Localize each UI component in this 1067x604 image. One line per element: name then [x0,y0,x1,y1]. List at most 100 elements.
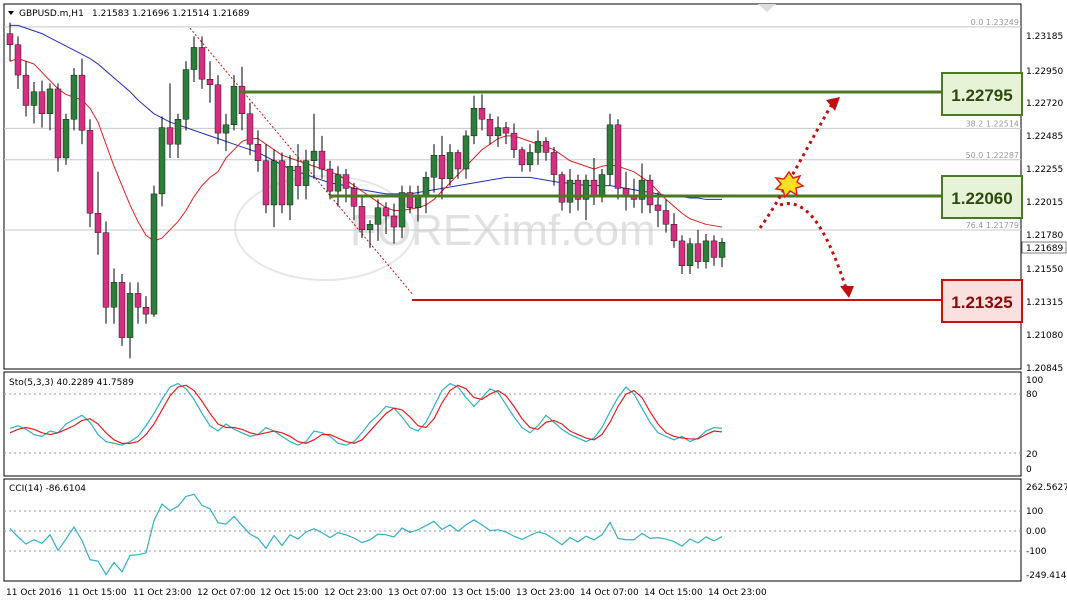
candle-body [526,152,534,166]
candle-body [46,88,54,114]
candle [558,171,566,211]
price-tick: 1.21550 [1026,265,1063,275]
price-tick: 1.21315 [1026,298,1063,308]
candle [14,36,22,89]
candle [78,58,86,145]
candle [182,61,190,131]
candle [62,113,70,165]
candle-body [654,204,662,211]
candle-body [302,160,310,186]
candle-body [30,91,38,106]
candle [494,116,502,147]
time-tick: 13 Oct 23:00 [516,588,575,598]
bullish-arrowhead-icon [826,97,840,111]
candle [550,146,558,186]
candle [142,296,150,324]
candle-body [374,207,382,225]
candle [222,113,230,152]
breakout-burst-icon [774,170,805,199]
candle-body [254,143,262,161]
candle [46,83,54,131]
candle [686,238,694,275]
candle-body [678,240,686,266]
candle-body [558,174,566,203]
candle-body [446,152,454,179]
candle-body [62,119,70,159]
symbol-label: GBPUSD.m,H1 [19,9,84,19]
candle-body [422,177,430,197]
watermark-text: FOREXimf.com [350,206,656,255]
candle-body [398,192,406,228]
dropdown-arrow-icon[interactable] [8,11,14,15]
candle [606,113,614,186]
candle-body [486,119,494,137]
candle-body [670,224,678,242]
candle [630,178,638,208]
candle [70,68,78,131]
candle [718,238,726,268]
candle [542,137,550,161]
candle-body [590,179,598,197]
candle [286,155,294,221]
candle [270,149,278,228]
candle-body [358,206,366,231]
candle-body [718,242,726,258]
bullish-scenario-arrow [758,103,834,229]
candle [694,229,702,269]
candle [86,119,94,228]
candle-body [262,160,270,206]
stoch-tick: 20 [1026,450,1038,460]
price-axis: 1.23185 1.22950 1.22720 1.22485 1.22255 … [1021,32,1067,374]
candle-body [182,69,190,120]
stoch-tick: 0 [1026,465,1032,475]
time-tick: 13 Oct 07:00 [388,588,447,598]
fib-level-label: 0.0 1.23249 [971,18,1019,27]
candle [30,81,38,124]
level-box-upper: 1.22795 [941,72,1023,116]
candle-body [454,152,462,170]
candle-body [550,152,558,175]
candle [254,130,262,172]
candle [118,274,126,346]
time-tick: 13 Oct 15:00 [452,588,511,598]
stoch-header: Sto(5,3,3) 40.2289 41.7589 [9,378,134,388]
candle-body [142,307,150,315]
candle [278,152,286,214]
time-tick: 11 Oct 15:00 [68,588,127,598]
candle [22,61,30,117]
candle-body [318,150,326,170]
time-axis: 11 Oct 2016 11 Oct 15:00 11 Oct 23:00 12… [6,588,767,598]
time-tick: 12 Oct 23:00 [324,588,383,598]
candle [6,22,14,62]
candle [614,119,622,200]
candle-body [86,130,94,214]
candle-body [598,174,606,197]
candle [430,144,438,193]
candle [214,75,222,145]
candle-body [390,215,398,228]
candle [678,235,686,275]
candle-body [326,168,334,192]
candle-body [518,149,526,166]
candle-body [174,119,182,145]
candle [470,95,478,145]
candle-body [206,79,214,85]
candle-body [126,293,134,338]
candle [102,221,110,324]
price-tick: 1.22255 [1026,165,1063,175]
candle-body [214,84,222,134]
candle [134,282,142,324]
candle-body [222,124,230,134]
candle [462,130,470,179]
candle [310,113,318,179]
current-price-label: 1.21689 [1026,244,1063,254]
bearish-scenario-arrow [779,202,848,289]
candle [262,144,270,214]
candle [174,113,182,158]
cci-polyline [9,493,723,576]
cci-tick: -249.4146 [1026,571,1067,581]
candle-body [278,160,286,206]
candle-body [94,213,102,233]
candle [38,80,46,128]
candle-body [430,155,438,178]
